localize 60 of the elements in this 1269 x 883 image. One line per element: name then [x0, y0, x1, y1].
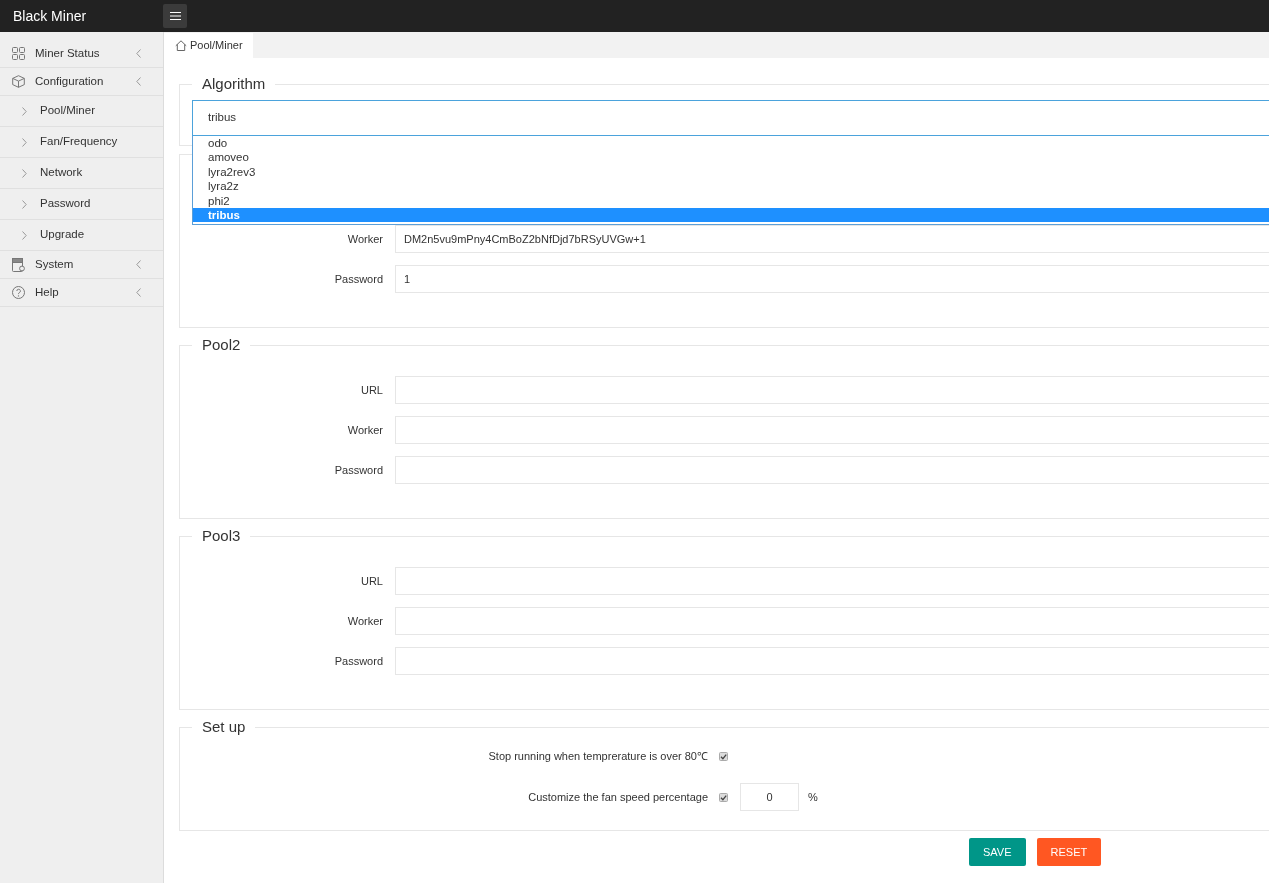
algorithm-select[interactable]: tribus [192, 100, 1269, 136]
save-button[interactable]: SAVE [969, 838, 1026, 866]
section-title: Pool2 [201, 335, 242, 355]
tab[interactable]: Pool/Miner [164, 33, 253, 58]
sidebar-item[interactable]: Miner Status [0, 40, 163, 68]
field-label: Password [333, 653, 383, 669]
sidebar-item[interactable]: Configuration [0, 68, 163, 96]
menu-button[interactable] [163, 4, 187, 28]
input-field[interactable] [395, 567, 1269, 595]
chevron-icon [22, 106, 27, 116]
field-label: Password [333, 271, 383, 287]
app-title: Black Miner [12, 6, 88, 26]
field-label: Worker [346, 231, 383, 247]
input-field[interactable] [395, 456, 1269, 484]
setting-label: Stop running when temprerature is over 80℃ [487, 748, 708, 764]
cube-icon [12, 75, 25, 88]
sidebar-subitem[interactable]: Password [0, 189, 163, 220]
input-field[interactable] [395, 376, 1269, 404]
sidebar-item[interactable]: Help [0, 279, 163, 307]
field-label: Worker [346, 613, 383, 629]
field-label: Password [333, 462, 383, 478]
unit-label: % [808, 789, 818, 805]
input-field[interactable] [395, 607, 1269, 635]
chevron-icon [22, 230, 27, 240]
input-field[interactable] [395, 647, 1269, 675]
grid-icon [12, 47, 25, 60]
chevron-icon [22, 168, 27, 178]
section-title: Algorithm [201, 74, 267, 94]
sidebar-subitem[interactable]: Network [0, 158, 163, 189]
dropdown-option[interactable]: lyra2z [193, 179, 1269, 194]
field-label: URL [360, 382, 383, 398]
dropdown-option[interactable]: odo [193, 136, 1269, 151]
setting-label: Customize the fan speed percentage [527, 789, 708, 805]
sidebar-subitem[interactable]: Fan/Frequency [0, 127, 163, 158]
sidebar-subitem[interactable]: Upgrade [0, 220, 163, 251]
menu-icon [169, 12, 181, 20]
chevron-icon [22, 199, 27, 209]
field-label: Worker [346, 422, 383, 438]
help-icon [12, 286, 25, 299]
input-field[interactable]: DM2n5vu9mPny4CmBoZ2bNfDjd7bRSyUVGw+1 [395, 225, 1269, 253]
number-field[interactable]: 0 [740, 783, 799, 811]
chevron-icon [136, 260, 141, 269]
field-label: URL [360, 573, 383, 589]
home-icon [175, 40, 187, 51]
input-field[interactable] [395, 416, 1269, 444]
sidebar-item[interactable]: System [0, 251, 163, 279]
chevron-icon [22, 137, 27, 147]
chevron-icon [136, 288, 141, 297]
sidebar-subitem[interactable]: Pool/Miner [0, 96, 163, 127]
checkbox[interactable] [719, 792, 728, 802]
chevron-icon [136, 49, 141, 58]
section-title: Set up [201, 717, 247, 737]
dropdown-option[interactable]: phi2 [193, 193, 1269, 208]
dropdown-option[interactable]: lyra2rev3 [193, 164, 1269, 180]
panel-icon [12, 257, 25, 272]
input-field[interactable]: 1 [395, 265, 1269, 293]
chevron-icon [136, 77, 141, 86]
checkbox[interactable] [719, 751, 728, 761]
section-title: Pool3 [201, 526, 242, 546]
dropdown-option[interactable]: amoveo [193, 150, 1269, 165]
